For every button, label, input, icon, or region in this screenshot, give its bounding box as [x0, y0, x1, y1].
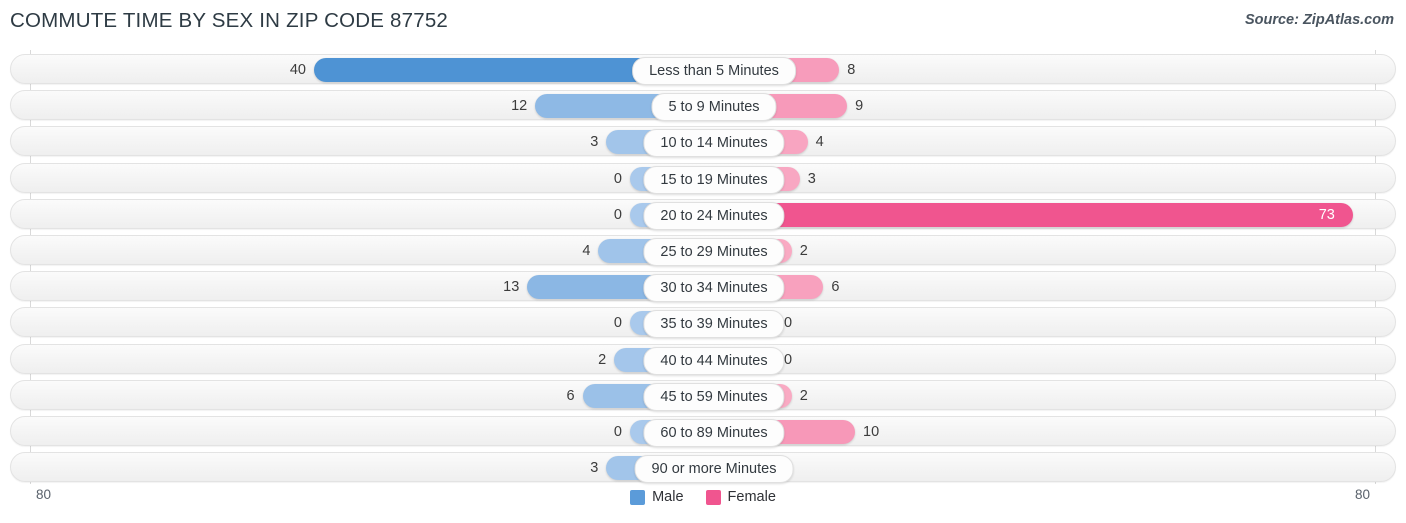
category-label[interactable]: Less than 5 Minutes — [632, 57, 796, 85]
value-label-male: 40 — [289, 62, 306, 78]
category-label[interactable]: 90 or more Minutes — [634, 455, 794, 484]
table-row[interactable]: 4 2 25 to 29 Minutes — [10, 235, 1396, 266]
value-label-male: 3 — [590, 134, 599, 151]
plot-area: 40 8 Less than 5 Minutes 12 9 5 to 9 Minutes 3… — [0, 50, 1406, 484]
table-row[interactable]: 13 6 30 to 34 Minutes — [10, 271, 1396, 303]
table-row[interactable]: 6 2 45 to 59 Minutes — [10, 379, 1396, 411]
table-row[interactable]: 2 0 40 to 44 Minutes — [10, 343, 1396, 375]
value-label-male: 0 — [613, 315, 622, 332]
value-label-male: 6 — [566, 387, 575, 404]
value-label-female: 8 — [847, 62, 856, 78]
page-title: COMMUTE TIME BY SEX IN ZIP CODE 87752 — [10, 9, 449, 32]
value-label-male: 2 — [598, 351, 607, 368]
category-label[interactable]: 5 to 9 Minutes — [651, 93, 777, 122]
category-label[interactable]: 35 to 39 Minutes — [643, 310, 785, 339]
table-row[interactable]: 0 10 60 to 89 Minutes — [10, 416, 1396, 447]
value-label-female: 0 — [784, 315, 793, 332]
table-row[interactable]: 0 3 15 to 19 Minutes — [10, 162, 1396, 194]
bar-female[interactable] — [714, 202, 1353, 227]
value-label-male: 4 — [582, 243, 591, 259]
legend-swatch-female-icon — [705, 489, 721, 505]
chart-header: COMMUTE TIME BY SEX IN ZIP CODE 87752 So… — [0, 0, 1406, 44]
value-label-female: 10 — [863, 424, 880, 440]
category-label[interactable]: 15 to 19 Minutes — [643, 165, 785, 194]
legend-item-male[interactable]: Male — [630, 489, 684, 505]
commute-time-chart: COMMUTE TIME BY SEX IN ZIP CODE 87752 So… — [0, 0, 1406, 523]
table-row[interactable]: 40 8 Less than 5 Minutes — [10, 54, 1396, 85]
value-label-male: 0 — [613, 424, 622, 440]
category-label[interactable]: 10 to 14 Minutes — [643, 129, 785, 158]
value-label-female: 73 — [1318, 206, 1335, 223]
legend-item-female[interactable]: Female — [705, 489, 776, 505]
category-label[interactable]: 60 to 89 Minutes — [643, 419, 785, 447]
category-label[interactable]: 25 to 29 Minutes — [643, 238, 785, 266]
table-row[interactable]: 3 4 10 to 14 Minutes — [10, 126, 1396, 158]
category-label[interactable]: 45 to 59 Minutes — [643, 382, 785, 411]
legend-swatch-male-icon — [630, 489, 646, 505]
category-label[interactable]: 40 to 44 Minutes — [643, 346, 785, 375]
value-label-female: 2 — [799, 243, 808, 259]
legend-label: Female — [727, 489, 776, 505]
legend-label: Male — [652, 489, 684, 505]
category-label[interactable]: 20 to 24 Minutes — [643, 201, 785, 230]
source-attribution: Source: ZipAtlas.com — [1244, 12, 1394, 28]
table-row[interactable]: 12 9 5 to 9 Minutes — [10, 90, 1396, 122]
value-label-female: 2 — [799, 387, 808, 404]
table-row[interactable]: 3090 or more Minutes — [10, 452, 1396, 484]
chart-footer: 80 80 Male Female — [0, 484, 1406, 523]
table-row[interactable]: 0 73 20 to 24 Minutes — [10, 198, 1396, 230]
value-label-male: 12 — [511, 98, 528, 115]
value-label-female: 6 — [831, 279, 840, 296]
value-label-male: 13 — [503, 279, 520, 296]
value-label-male: 0 — [613, 206, 622, 223]
chart-legend: Male Female — [0, 489, 1406, 505]
value-label-female: 4 — [815, 134, 824, 151]
value-label-female: 9 — [855, 98, 864, 115]
table-row[interactable]: 0 0 35 to 39 Minutes — [10, 307, 1396, 339]
value-label-female: 3 — [807, 170, 816, 187]
category-label[interactable]: 30 to 34 Minutes — [643, 274, 785, 303]
value-label-male: 0 — [613, 170, 622, 187]
value-label-male: 3 — [590, 460, 599, 477]
value-label-female: 0 — [784, 351, 793, 368]
